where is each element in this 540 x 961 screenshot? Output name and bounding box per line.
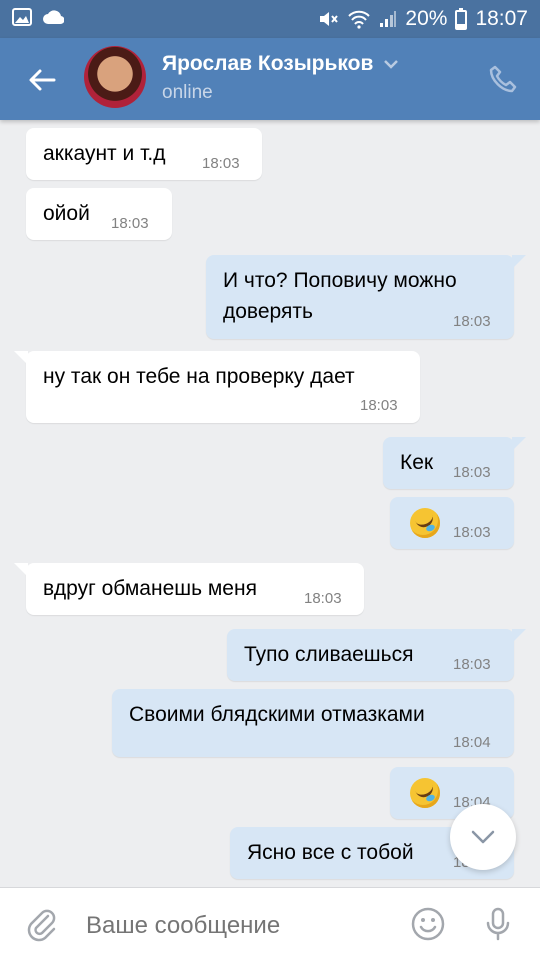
battery-icon (455, 8, 468, 30)
message-text: ну так он тебе на проверку дает (43, 365, 355, 388)
signal-icon (380, 11, 397, 27)
message-incoming[interactable]: ну так он тебе на проверку дает 18:03 (14, 351, 420, 423)
clock: 18:07 (475, 7, 528, 30)
rofl-emoji-icon (410, 778, 440, 808)
back-arrow-icon[interactable] (22, 60, 62, 100)
rofl-emoji-icon (410, 508, 440, 538)
message-outgoing[interactable]: 18:03 (390, 497, 514, 549)
chat-header: Ярослав Козырьков online (0, 38, 540, 120)
gallery-icon (12, 8, 32, 26)
message-incoming[interactable]: аккаунт и т.д 18:03 (26, 128, 262, 180)
bubble-tail (512, 255, 526, 269)
message-time: 18:03 (304, 590, 342, 607)
scroll-to-bottom-button[interactable] (450, 804, 516, 870)
message-time: 18:03 (453, 656, 491, 673)
message-text: доверять (223, 300, 313, 323)
contact-status: online (162, 82, 213, 103)
contact-name: Ярослав Козырьков (162, 52, 374, 75)
message-text: Кек (400, 451, 434, 474)
message-incoming[interactable]: вдруг обманешь меня 18:03 (14, 563, 364, 615)
message-outgoing[interactable]: Кек 18:03 (383, 437, 526, 489)
wifi-icon (348, 10, 371, 29)
phone-icon[interactable] (488, 64, 518, 94)
status-bar: 20% 18:07 (0, 0, 540, 38)
smile-icon[interactable] (410, 906, 446, 942)
avatar[interactable] (84, 46, 146, 108)
mute-icon (320, 12, 339, 26)
message-time: 18:03 (453, 313, 491, 330)
message-input[interactable] (86, 912, 386, 940)
message-text: Ясно все с тобой (247, 841, 414, 864)
microphone-icon[interactable] (480, 906, 516, 942)
message-text: Тупо сливаешься (244, 643, 414, 666)
message-time: 18:03 (202, 155, 240, 172)
message-list[interactable]: аккаунт и т.д 18:03 ойой 18:03 И что? По… (0, 120, 540, 887)
bubble-tail (14, 351, 28, 365)
message-time: 18:03 (360, 397, 398, 414)
battery-percent: 20% (405, 7, 448, 30)
chevron-down-icon (384, 60, 399, 69)
message-text: вдруг обманешь меня (43, 577, 257, 600)
message-text: ойой (43, 202, 90, 225)
bubble-tail (512, 629, 526, 643)
message-outgoing[interactable]: И что? Поповичу можно доверять 18:03 (206, 255, 526, 339)
attach-icon[interactable] (24, 906, 60, 942)
message-composer (0, 887, 540, 961)
contact-name-button[interactable]: Ярослав Козырьков (162, 52, 399, 76)
message-text: И что? Поповичу можно (223, 269, 457, 292)
message-text: Своими блядскими отмазками (129, 703, 425, 726)
bubble-tail (512, 437, 526, 451)
cloud-icon (43, 10, 64, 25)
message-incoming[interactable]: ойой 18:03 (26, 188, 172, 240)
message-time: 18:03 (453, 524, 491, 541)
message-time: 18:03 (111, 215, 149, 232)
message-outgoing[interactable]: Своими блядскими отмазками 18:04 (112, 689, 514, 757)
message-time: 18:04 (453, 734, 491, 751)
message-time: 18:03 (453, 464, 491, 481)
bubble-tail (14, 563, 28, 577)
chevron-down-icon (471, 830, 495, 844)
message-outgoing[interactable]: Тупо сливаешься 18:03 (227, 629, 526, 681)
message-text: аккаунт и т.д (43, 142, 166, 165)
